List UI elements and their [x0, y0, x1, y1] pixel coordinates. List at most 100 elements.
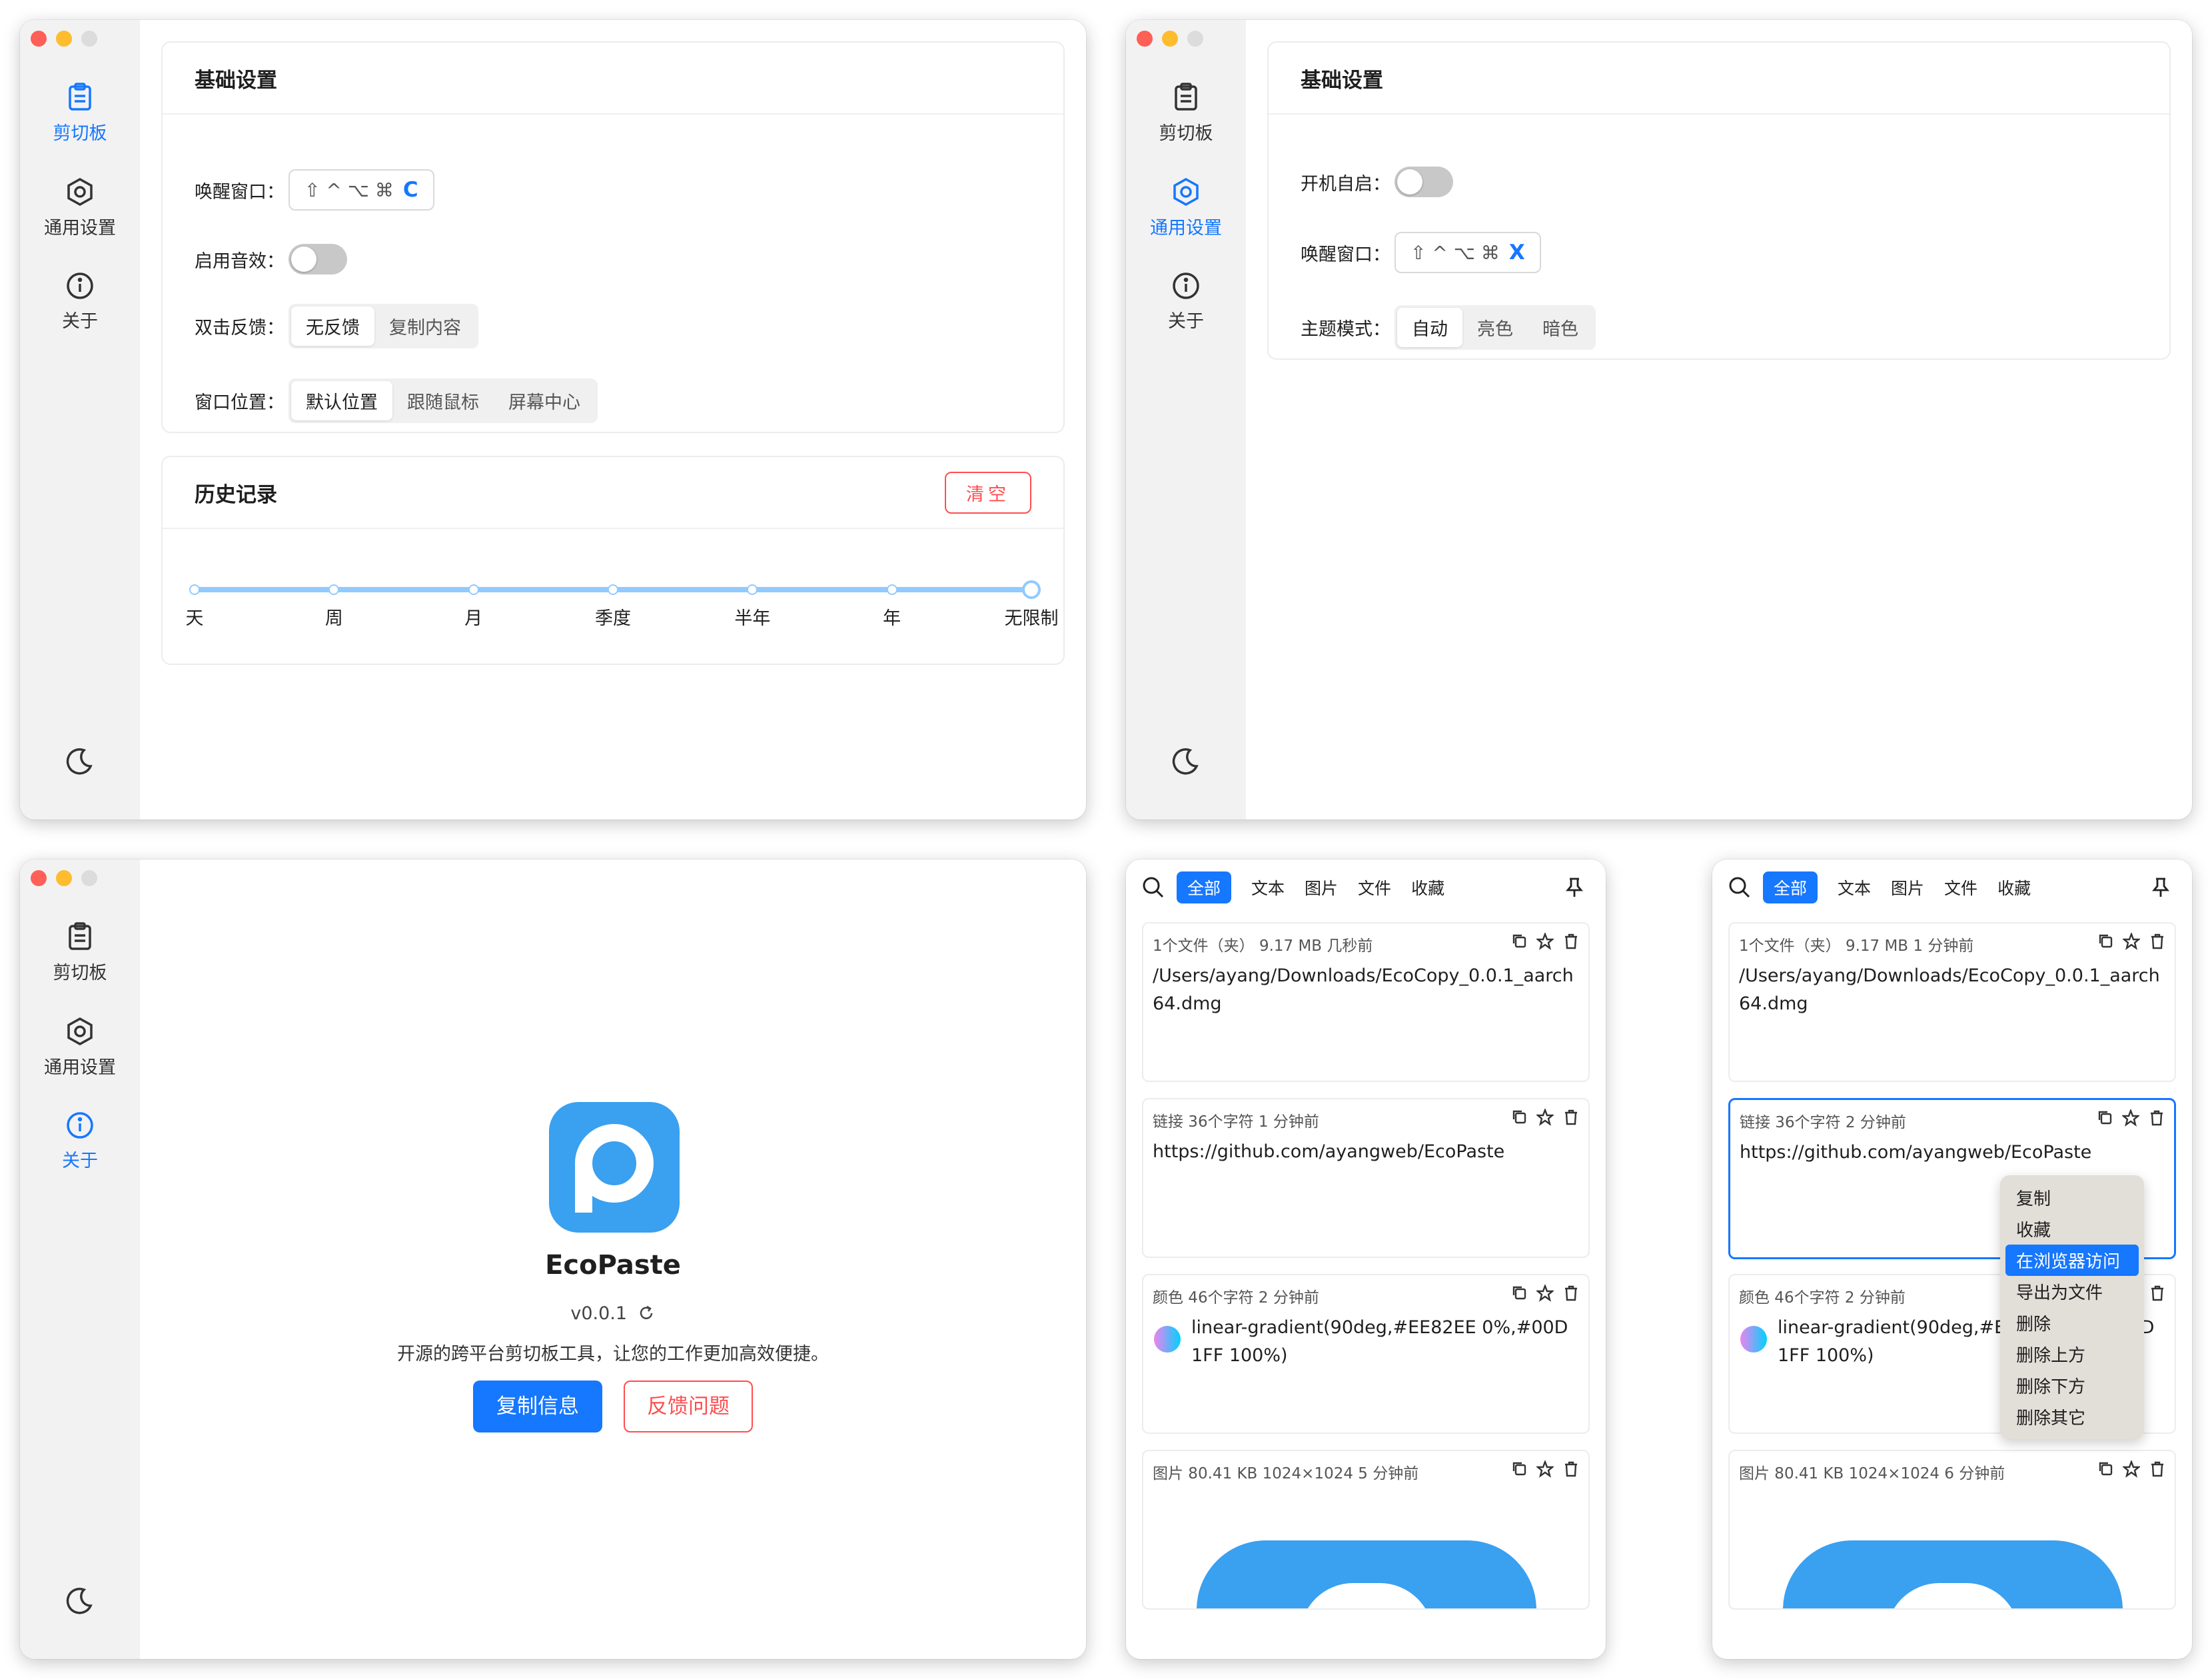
sidebar-item-about[interactable]: 关于 — [20, 1111, 140, 1185]
option-default-position[interactable]: 默认位置 — [291, 381, 392, 420]
slider-dot[interactable] — [608, 584, 618, 595]
option-follow-mouse[interactable]: 跟随鼠标 — [392, 381, 494, 420]
list-item[interactable]: 链接 36个字符 1 分钟前 https://github.com/ayangw… — [1142, 1098, 1590, 1258]
menu-item-delete-below[interactable]: 删除下方 — [2005, 1370, 2139, 1401]
menu-item-delete-others[interactable]: 删除其它 — [2005, 1401, 2139, 1432]
option-copy-content[interactable]: 复制内容 — [374, 306, 476, 346]
dark-mode-toggle-icon[interactable] — [64, 746, 95, 777]
trash-icon[interactable] — [1563, 1285, 1579, 1302]
pin-icon[interactable] — [1564, 877, 1584, 898]
menu-item-copy[interactable]: 复制 — [2005, 1182, 2139, 1213]
menu-item-favorite[interactable]: 收藏 — [2005, 1213, 2139, 1245]
slider-mark[interactable]: 无限制 — [1005, 604, 1059, 630]
slider-dot[interactable] — [189, 584, 200, 595]
wake-hotkey-input[interactable]: ⇧ ^ ⌥ ⌘ X — [1394, 232, 1541, 273]
tab-image[interactable]: 图片 — [1891, 875, 1924, 899]
autostart-switch[interactable] — [1394, 167, 1453, 197]
trash-icon[interactable] — [2149, 933, 2165, 950]
star-icon[interactable] — [2122, 1109, 2139, 1127]
clear-history-button[interactable]: 清空 — [945, 471, 1031, 514]
sidebar-item-general[interactable]: 通用设置 — [1126, 177, 1246, 251]
dark-mode-toggle-icon[interactable] — [1170, 746, 1201, 777]
list-item[interactable]: 图片 80.41 KB 1024×1024 6 分钟前 — [1728, 1450, 2176, 1610]
star-icon[interactable] — [1536, 933, 1554, 950]
trash-icon[interactable] — [1563, 1109, 1579, 1126]
sidebar-item-about[interactable]: 关于 — [20, 272, 140, 345]
trash-icon[interactable] — [1563, 1460, 1579, 1478]
menu-item-export-file[interactable]: 导出为文件 — [2005, 1276, 2139, 1307]
slider-mark[interactable]: 半年 — [734, 604, 770, 630]
sound-switch[interactable] — [288, 244, 347, 275]
copy-icon[interactable] — [1511, 933, 1527, 949]
star-icon[interactable] — [1536, 1109, 1554, 1126]
refresh-icon[interactable] — [637, 1304, 656, 1323]
menu-item-delete[interactable]: 删除 — [2005, 1307, 2139, 1339]
slider-mark[interactable]: 季度 — [595, 604, 631, 630]
copy-icon[interactable] — [1511, 1460, 1527, 1476]
list-item[interactable]: 1个文件（夹） 9.17 MB 1 分钟前 /Users/ayang/Downl… — [1728, 922, 2176, 1082]
slider-mark[interactable]: 天 — [186, 604, 204, 630]
option-theme-auto[interactable]: 自动 — [1397, 308, 1462, 347]
dark-mode-toggle-icon[interactable] — [64, 1586, 95, 1616]
slider-mark[interactable]: 周 — [325, 604, 343, 630]
copy-info-button[interactable]: 复制信息 — [473, 1381, 602, 1432]
sidebar-item-clipboard[interactable]: 剪切板 — [20, 83, 140, 156]
search-icon[interactable] — [1142, 876, 1165, 899]
tab-text[interactable]: 文本 — [1251, 875, 1285, 899]
copy-icon[interactable] — [1511, 1285, 1527, 1301]
zoom-window-button[interactable] — [81, 31, 97, 47]
history-duration-slider[interactable]: 天 周 月 季度 半年 年 无限制 — [186, 577, 1059, 629]
minimize-window-button[interactable] — [56, 31, 72, 47]
slider-mark[interactable]: 月 — [464, 604, 482, 630]
tab-text[interactable]: 文本 — [1838, 875, 1871, 899]
minimize-window-button[interactable] — [56, 870, 72, 886]
tab-all[interactable]: 全部 — [1177, 871, 1232, 903]
list-item[interactable]: 1个文件（夹） 9.17 MB 几秒前 /Users/ayang/Downloa… — [1142, 922, 1590, 1082]
tab-all[interactable]: 全部 — [1763, 871, 1818, 903]
slider-dot[interactable] — [886, 584, 897, 595]
option-theme-light[interactable]: 亮色 — [1462, 308, 1528, 347]
copy-icon[interactable] — [1511, 1109, 1527, 1125]
sidebar-item-general[interactable]: 通用设置 — [20, 177, 140, 251]
wake-hotkey-input[interactable]: ⇧ ^ ⌥ ⌘ C — [288, 169, 434, 211]
slider-dot[interactable] — [468, 584, 479, 595]
close-window-button[interactable] — [31, 870, 47, 886]
tab-image[interactable]: 图片 — [1305, 875, 1338, 899]
menu-item-delete-above[interactable]: 删除上方 — [2005, 1339, 2139, 1370]
close-window-button[interactable] — [31, 31, 47, 47]
trash-icon[interactable] — [2149, 1285, 2165, 1302]
sidebar-item-general[interactable]: 通用设置 — [20, 1017, 140, 1090]
option-theme-dark[interactable]: 暗色 — [1528, 308, 1593, 347]
list-item[interactable]: 颜色 46个字符 2 分钟前 linear-gradient(90deg,#EE… — [1142, 1274, 1590, 1434]
zoom-window-button[interactable] — [81, 870, 97, 886]
tab-favorites[interactable]: 收藏 — [1997, 875, 2031, 899]
option-no-feedback[interactable]: 无反馈 — [291, 306, 374, 346]
tab-file[interactable]: 文件 — [1358, 875, 1391, 899]
list-item[interactable]: 图片 80.41 KB 1024×1024 5 分钟前 — [1142, 1450, 1590, 1610]
slider-dot[interactable] — [747, 584, 758, 595]
copy-icon[interactable] — [2097, 1460, 2113, 1476]
star-icon[interactable] — [2123, 1460, 2140, 1478]
pin-icon[interactable] — [2151, 877, 2171, 898]
copy-icon[interactable] — [2097, 933, 2113, 949]
slider-handle[interactable] — [1022, 580, 1041, 599]
tab-file[interactable]: 文件 — [1944, 875, 1977, 899]
option-screen-center[interactable]: 屏幕中心 — [494, 381, 595, 420]
sidebar-item-about[interactable]: 关于 — [1126, 272, 1246, 345]
close-window-button[interactable] — [1137, 31, 1153, 47]
sidebar-item-clipboard[interactable]: 剪切板 — [20, 922, 140, 995]
zoom-window-button[interactable] — [1187, 31, 1203, 47]
sidebar-item-clipboard[interactable]: 剪切板 — [1126, 83, 1246, 156]
star-icon[interactable] — [2123, 933, 2140, 950]
slider-mark[interactable]: 年 — [883, 604, 901, 630]
trash-icon[interactable] — [1563, 933, 1579, 950]
search-icon[interactable] — [1728, 876, 1751, 899]
slider-dot[interactable] — [328, 584, 340, 595]
minimize-window-button[interactable] — [1162, 31, 1178, 47]
trash-icon[interactable] — [2149, 1109, 2165, 1127]
star-icon[interactable] — [1536, 1460, 1554, 1478]
tab-favorites[interactable]: 收藏 — [1411, 875, 1444, 899]
copy-icon[interactable] — [2097, 1109, 2113, 1125]
menu-item-open-in-browser[interactable]: 在浏览器访问 — [2005, 1245, 2139, 1276]
trash-icon[interactable] — [2149, 1460, 2165, 1478]
